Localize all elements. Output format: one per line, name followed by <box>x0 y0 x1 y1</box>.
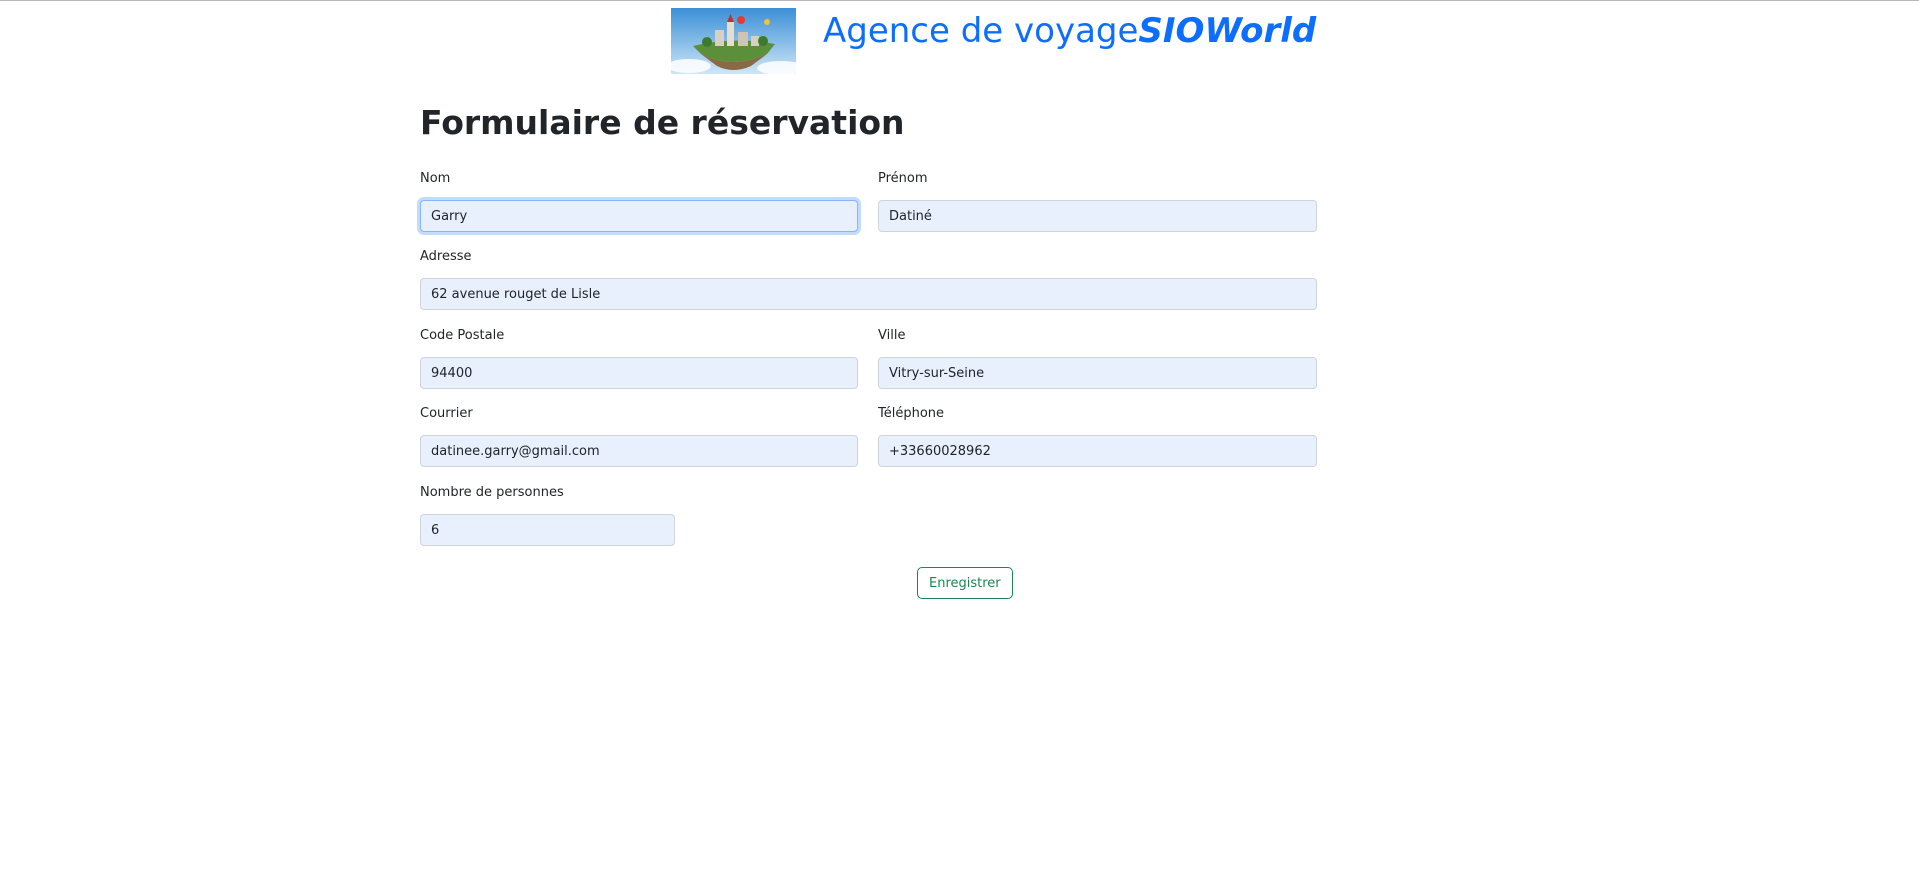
adresse-label: Adresse <box>420 249 472 264</box>
prenom-label: Prénom <box>878 171 928 186</box>
submit-row: Enregistrer <box>917 567 1013 599</box>
courrier-field: Courrier <box>420 405 858 467</box>
nb-personnes-field: Nombre de personnes <box>420 484 675 546</box>
telephone-label: Téléphone <box>878 406 945 421</box>
ville-label: Ville <box>878 328 906 343</box>
courrier-label: Courrier <box>420 406 473 421</box>
telephone-input[interactable] <box>878 435 1317 467</box>
adresse-field: Adresse <box>420 248 1317 310</box>
enregistrer-button[interactable]: Enregistrer <box>917 567 1013 599</box>
nom-label: Nom <box>420 171 451 186</box>
nb-personnes-input[interactable] <box>420 514 675 546</box>
prenom-input[interactable] <box>878 200 1317 232</box>
floating-island-logo-icon <box>671 8 796 74</box>
site-title: Agence de voyageSIOWorld <box>823 10 1316 52</box>
ville-field: Ville <box>878 327 1317 389</box>
adresse-input[interactable] <box>420 278 1317 310</box>
ville-input[interactable] <box>878 357 1317 389</box>
site-header: Agence de voyageSIOWorld <box>671 8 1316 74</box>
code-postal-label: Code Postale <box>420 328 505 343</box>
courrier-input[interactable] <box>420 435 858 467</box>
code-postal-input[interactable] <box>420 357 858 389</box>
code-postal-field: Code Postale <box>420 327 858 389</box>
nom-input[interactable] <box>420 200 858 232</box>
nom-field: Nom <box>420 170 858 232</box>
site-title-brand: SIOWorld <box>1138 11 1317 51</box>
site-title-prefix: Agence de voyage <box>823 11 1139 51</box>
window-top-border <box>0 0 1919 1</box>
telephone-field: Téléphone <box>878 405 1317 467</box>
page-title: Formulaire de réservation <box>420 103 905 142</box>
prenom-field: Prénom <box>878 170 1317 232</box>
nb-personnes-label: Nombre de personnes <box>420 485 564 500</box>
